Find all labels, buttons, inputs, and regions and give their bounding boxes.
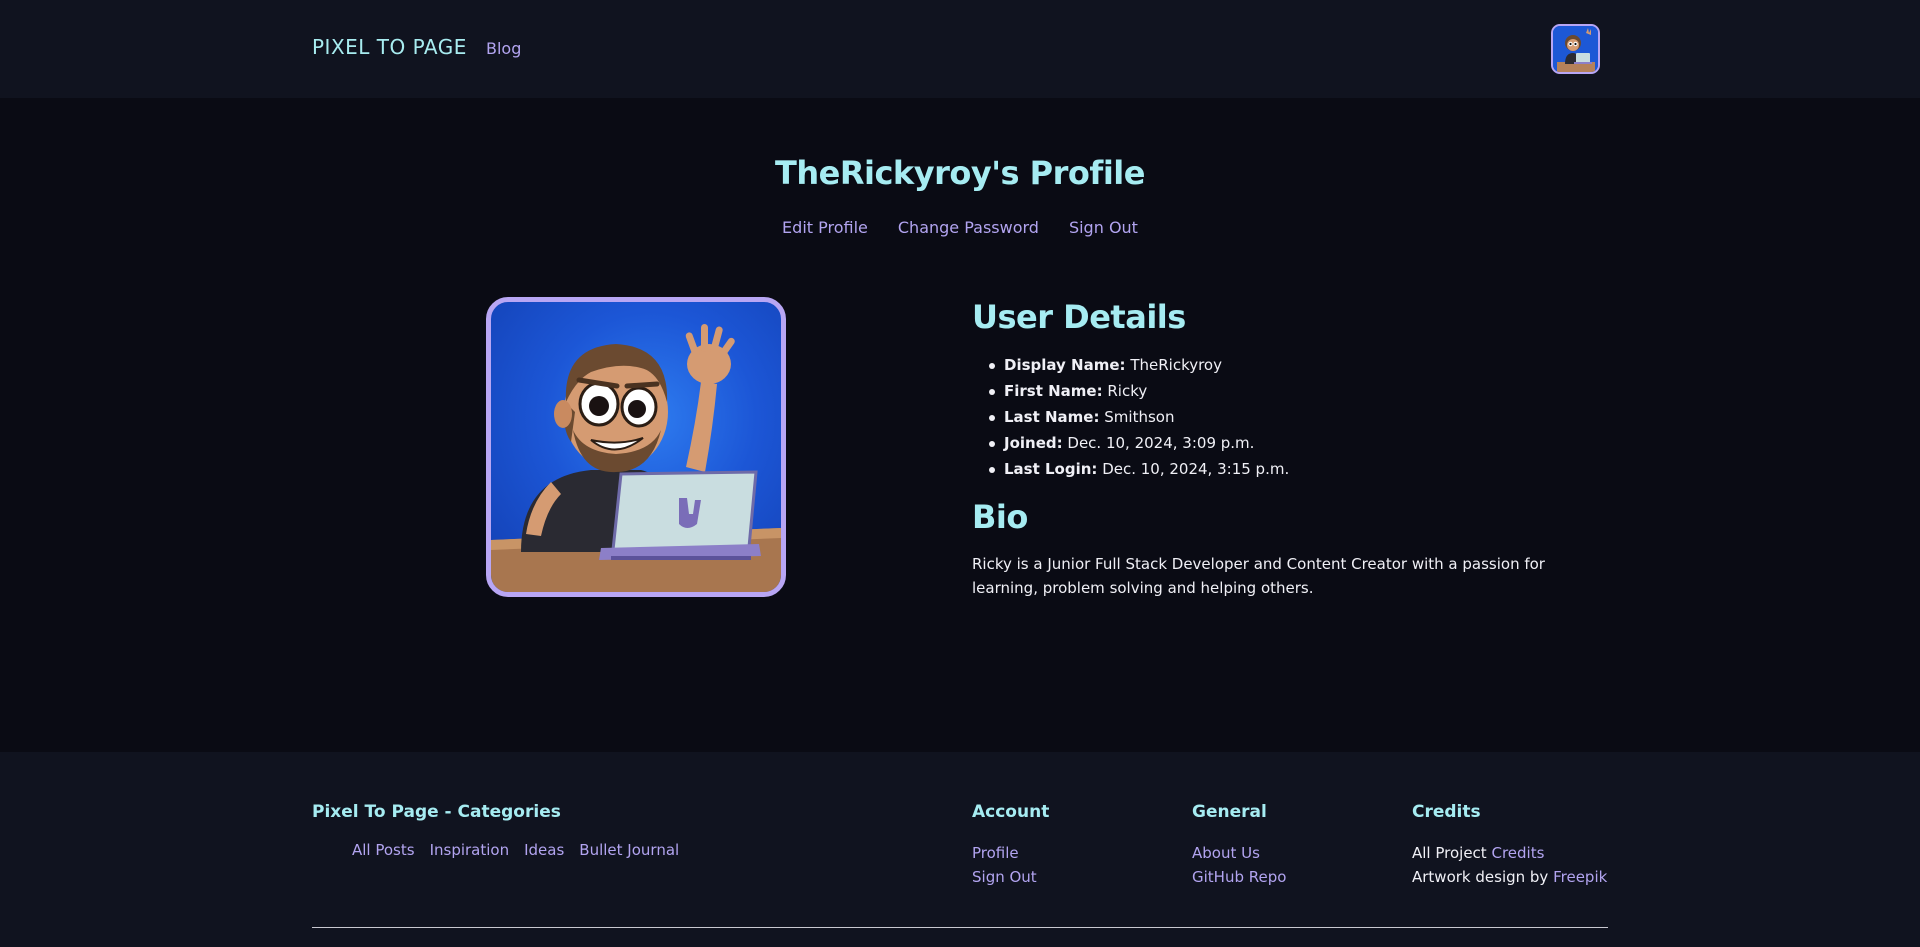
detail-value: Dec. 10, 2024, 3:15 p.m.	[1102, 460, 1290, 478]
footer-category-all-posts[interactable]: All Posts	[352, 841, 415, 859]
footer-github-repo-link[interactable]: GitHub Repo	[1192, 865, 1286, 889]
credits-line-project: All Project Credits	[1412, 841, 1607, 865]
footer-category-inspiration[interactable]: Inspiration	[430, 841, 510, 859]
detail-last-login: Last Login: Dec. 10, 2024, 3:15 p.m.	[988, 459, 1290, 485]
sign-out-link[interactable]: Sign Out	[1069, 218, 1138, 237]
detail-label: Joined:	[1004, 434, 1063, 452]
detail-value: Dec. 10, 2024, 3:09 p.m.	[1067, 434, 1255, 452]
page-title: TheRickyroy's Profile	[775, 154, 1145, 192]
footer-account-links: Profile Sign Out	[972, 841, 1037, 889]
bio-heading: Bio	[972, 498, 1028, 536]
detail-label: First Name:	[1004, 382, 1103, 400]
detail-label: Display Name:	[1004, 356, 1126, 374]
bio-text: Ricky is a Junior Full Stack Developer a…	[972, 555, 1545, 597]
cartoon-avatar-image	[491, 324, 781, 592]
detail-value: Smithson	[1104, 408, 1175, 426]
detail-display-name: Display Name: TheRickyroy	[988, 355, 1289, 381]
footer-category-bullet-journal[interactable]: Bullet Journal	[579, 841, 679, 859]
site-footer: Pixel To Page - Categories All Posts Ins…	[0, 752, 1920, 947]
footer-about-us-link[interactable]: About Us	[1192, 841, 1286, 865]
profile-actions: Edit Profile Change Password Sign Out	[0, 218, 1920, 237]
detail-value: TheRickyroy	[1130, 356, 1222, 374]
detail-first-name: First Name: Ricky	[988, 381, 1289, 407]
user-details-heading: User Details	[972, 298, 1186, 336]
detail-value: Ricky	[1107, 382, 1148, 400]
detail-joined: Joined: Dec. 10, 2024, 3:09 p.m.	[988, 433, 1289, 459]
detail-last-name: Last Name: Smithson	[988, 407, 1289, 433]
credits-prefix: All Project	[1412, 844, 1487, 862]
site-header: PIXEL TO PAGE Blog	[0, 0, 1920, 98]
footer-profile-link[interactable]: Profile	[972, 841, 1037, 865]
footer-credits-link[interactable]: Credits	[1491, 844, 1544, 862]
brand-logo-link[interactable]: PIXEL TO PAGE	[312, 35, 467, 59]
detail-label: Last Name:	[1004, 408, 1100, 426]
user-details-list: Display Name: TheRickyroy First Name: Ri…	[988, 355, 1290, 485]
credits-prefix: Artwork design by	[1412, 868, 1549, 886]
footer-credits-heading: Credits	[1412, 802, 1481, 822]
footer-category-ideas[interactable]: Ideas	[524, 841, 564, 859]
edit-profile-link[interactable]: Edit Profile	[782, 218, 868, 237]
footer-general-heading: General	[1192, 802, 1267, 822]
credits-line-artwork: Artwork design by Freepik	[1412, 865, 1607, 889]
footer-categories: All Posts Inspiration Ideas Bullet Journ…	[352, 841, 679, 859]
footer-freepik-link[interactable]: Freepik	[1553, 868, 1607, 886]
change-password-link[interactable]: Change Password	[898, 218, 1039, 237]
detail-label: Last Login:	[1004, 460, 1098, 478]
footer-sign-out-link[interactable]: Sign Out	[972, 865, 1037, 889]
user-avatar-icon[interactable]	[1551, 24, 1600, 74]
footer-credits: All Project Credits Artwork design by Fr…	[1412, 841, 1607, 889]
footer-account-heading: Account	[972, 802, 1050, 822]
footer-categories-heading: Pixel To Page - Categories	[312, 802, 561, 822]
footer-general-links: About Us GitHub Repo	[1192, 841, 1286, 889]
footer-divider	[312, 927, 1608, 928]
nav-blog-link[interactable]: Blog	[486, 39, 521, 58]
profile-picture	[486, 297, 786, 597]
